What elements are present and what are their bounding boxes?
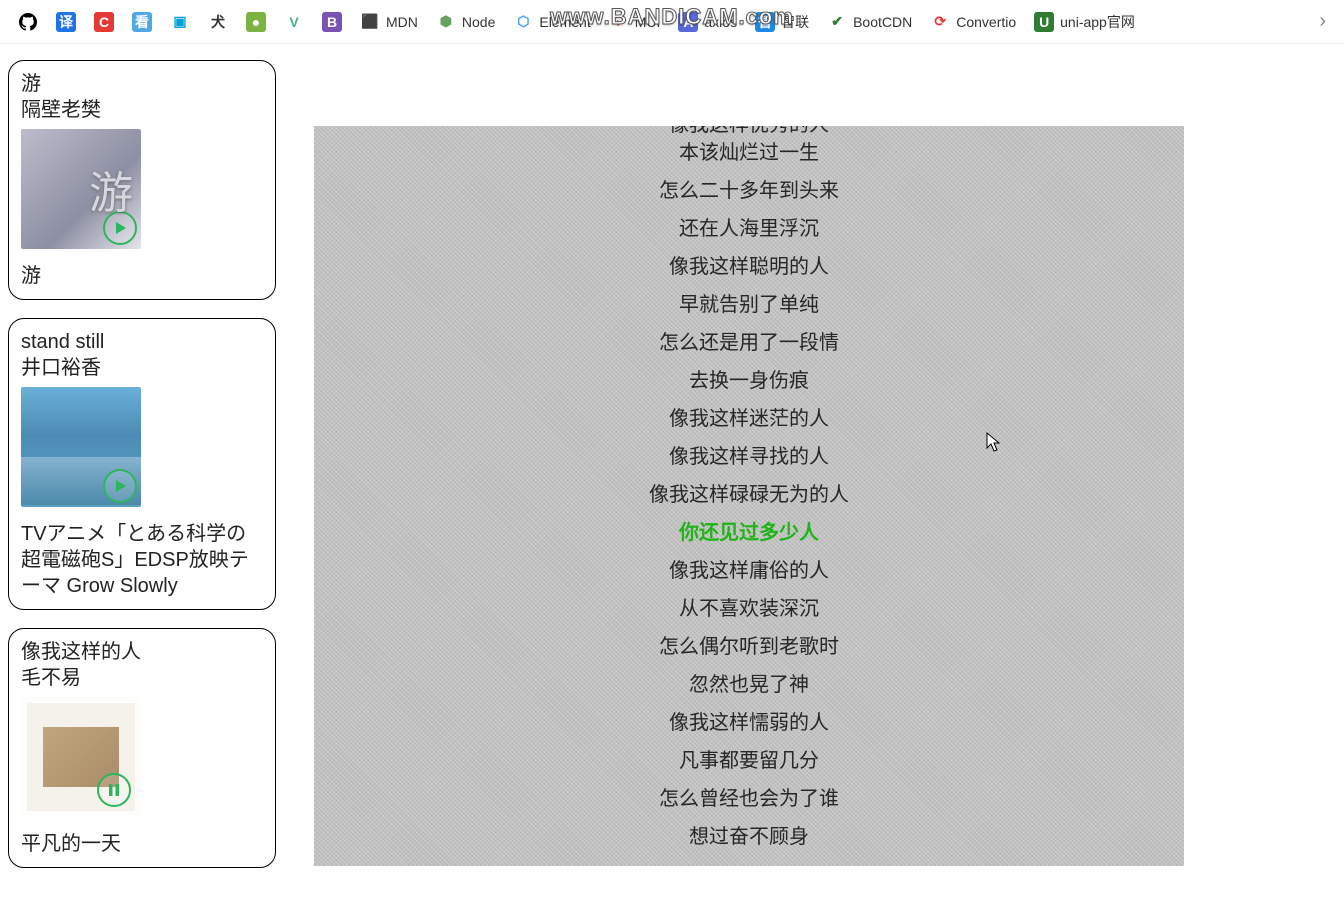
bookmark-icon: U bbox=[1034, 12, 1054, 32]
bookmark-icon: ▣ bbox=[170, 12, 190, 32]
bookmark-icon: ⬢ bbox=[436, 12, 456, 32]
bookmark-item[interactable]: V bbox=[284, 12, 304, 32]
bookmark-icon: ⬛ bbox=[360, 12, 380, 32]
album-art[interactable] bbox=[21, 129, 141, 249]
song-title: 游 bbox=[21, 71, 263, 97]
lyric-line[interactable]: 像我这样迷茫的人 bbox=[314, 400, 1184, 438]
play-icon bbox=[112, 220, 128, 236]
song-artist: 隔壁老樊 bbox=[21, 97, 263, 123]
song-card[interactable]: 像我这样的人 毛不易 平凡的一天 bbox=[8, 628, 276, 868]
bookmark-icon: ● bbox=[246, 12, 266, 32]
bookmark-label: uni-app官网 bbox=[1060, 12, 1135, 32]
lyric-line[interactable]: 怎么二十多年到头来 bbox=[314, 172, 1184, 210]
bookmark-label: axios bbox=[704, 14, 737, 30]
lyric-line[interactable]: 怎么偶尔听到老歌时 bbox=[314, 628, 1184, 666]
bookmark-item[interactable]: C bbox=[94, 12, 114, 32]
lyric-line[interactable]: 凡事都要留几分 bbox=[314, 742, 1184, 780]
album-art[interactable] bbox=[21, 697, 141, 817]
bookmark-icon: ⬡ bbox=[513, 12, 533, 32]
bookmark-label: MUI bbox=[635, 14, 661, 30]
bookmark-label: Element bbox=[539, 14, 590, 30]
lyric-line[interactable]: 像我这样碌碌无为的人 bbox=[314, 476, 1184, 514]
song-artist: 毛不易 bbox=[21, 665, 263, 691]
lyric-line[interactable]: 怎么还是用了一段情 bbox=[314, 324, 1184, 362]
lyric-line[interactable]: 怎么曾经也会为了谁 bbox=[314, 780, 1184, 818]
album-name: 游 bbox=[21, 263, 263, 289]
bookmark-icon bbox=[18, 12, 38, 32]
bookmark-item[interactable]: 犬 bbox=[208, 12, 228, 32]
bookmark-bar: 译C看 ▣ 犬 ● VB ⬛ MDN ⬢ Node ⬡ Element ◗ MUI Aaxios 智智联 ✔ B… bbox=[0, 0, 1344, 44]
lyric-line[interactable]: 像我这样庸俗的人 bbox=[314, 552, 1184, 590]
play-button[interactable] bbox=[103, 211, 137, 245]
bookmark-item[interactable]: ⬡ Element bbox=[513, 12, 590, 32]
lyric-line[interactable]: 还在人海里浮沉 bbox=[314, 210, 1184, 248]
lyric-line[interactable]: 像我这样寻找的人 bbox=[314, 438, 1184, 476]
bookmark-item[interactable]: ◗ MUI bbox=[609, 12, 661, 32]
bookmark-label: 智联 bbox=[781, 12, 809, 32]
bookmark-item[interactable]: Uuni-app官网 bbox=[1034, 12, 1135, 32]
play-button[interactable] bbox=[103, 469, 137, 503]
lyric-line[interactable]: 早就告别了单纯 bbox=[314, 286, 1184, 324]
bookmark-item[interactable]: ▣ bbox=[170, 12, 190, 32]
bookmark-item[interactable]: ⬢ Node bbox=[436, 12, 495, 32]
bookmark-icon: 译 bbox=[56, 12, 76, 32]
lyric-line[interactable]: 忽然也晃了神 bbox=[314, 666, 1184, 704]
album-art[interactable] bbox=[21, 387, 141, 507]
lyric-line[interactable]: 从不喜欢装深沉 bbox=[314, 590, 1184, 628]
song-card[interactable]: stand still 井口裕香 TVアニメ「とある科学の超電磁砲S」EDSP放… bbox=[8, 318, 276, 610]
main-content: 游 隔壁老樊 游 stand still 井口裕香 bbox=[0, 44, 1344, 912]
lyrics-container: 像我这样优秀的人本该灿烂过一生怎么二十多年到头来还在人海里浮沉像我这样聪明的人早… bbox=[284, 44, 1344, 912]
bookmark-item[interactable]: ● bbox=[246, 12, 266, 32]
song-artist: 井口裕香 bbox=[21, 355, 263, 381]
bookmark-label: MDN bbox=[386, 14, 418, 30]
bookmark-icon: C bbox=[94, 12, 114, 32]
bookmark-item[interactable]: B bbox=[322, 12, 342, 32]
bookmark-label: Convertio bbox=[956, 14, 1016, 30]
bookmark-icon: ◗ bbox=[609, 12, 629, 32]
lyric-line[interactable]: 像我这样优秀的人 bbox=[314, 126, 1184, 134]
bookmark-item[interactable]: ✔ BootCDN bbox=[827, 12, 912, 32]
lyric-line[interactable]: 像我这样聪明的人 bbox=[314, 248, 1184, 286]
song-title: stand still bbox=[21, 329, 263, 355]
lyric-line[interactable]: 像我这样懦弱的人 bbox=[314, 704, 1184, 742]
bookmark-item[interactable]: 智智联 bbox=[755, 12, 809, 32]
bookmark-item[interactable]: Aaxios bbox=[678, 12, 737, 32]
bookmark-icon: 看 bbox=[132, 12, 152, 32]
bookmark-item[interactable]: ⬛ MDN bbox=[360, 12, 418, 32]
bookmark-item[interactable]: ⟳ Convertio bbox=[930, 12, 1016, 32]
bookmark-icon: ✔ bbox=[827, 12, 847, 32]
bookmark-label: Node bbox=[462, 14, 495, 30]
bookmark-overflow-chevron[interactable]: › bbox=[1319, 10, 1326, 33]
bookmark-item[interactable] bbox=[18, 12, 38, 32]
album-name: TVアニメ「とある科学の超電磁砲S」EDSP放映テーマ Grow Slowly bbox=[21, 521, 263, 599]
play-icon bbox=[112, 478, 128, 494]
bookmark-icon: B bbox=[322, 12, 342, 32]
lyric-line-active[interactable]: 你还见过多少人 bbox=[314, 514, 1184, 552]
song-card[interactable]: 游 隔壁老樊 游 bbox=[8, 60, 276, 300]
bookmark-item[interactable]: 看 bbox=[132, 12, 152, 32]
lyrics-panel[interactable]: 像我这样优秀的人本该灿烂过一生怎么二十多年到头来还在人海里浮沉像我这样聪明的人早… bbox=[314, 126, 1184, 866]
bookmark-icon: ⟳ bbox=[930, 12, 950, 32]
album-name: 平凡的一天 bbox=[21, 831, 263, 857]
pause-icon bbox=[106, 782, 122, 798]
bookmark-icon: 犬 bbox=[208, 12, 228, 32]
song-title: 像我这样的人 bbox=[21, 639, 263, 665]
lyric-line[interactable]: 去换一身伤痕 bbox=[314, 362, 1184, 400]
lyric-line[interactable]: 想过奋不顾身 bbox=[314, 818, 1184, 856]
bookmark-label: BootCDN bbox=[853, 14, 912, 30]
lyric-line[interactable]: 本该灿烂过一生 bbox=[314, 134, 1184, 172]
pause-button[interactable] bbox=[97, 773, 131, 807]
bookmark-icon: A bbox=[678, 12, 698, 32]
bookmark-icon: V bbox=[284, 12, 304, 32]
playlist-sidebar: 游 隔壁老樊 游 stand still 井口裕香 bbox=[0, 44, 284, 912]
bookmark-item[interactable]: 译 bbox=[56, 12, 76, 32]
bookmark-icon: 智 bbox=[755, 12, 775, 32]
